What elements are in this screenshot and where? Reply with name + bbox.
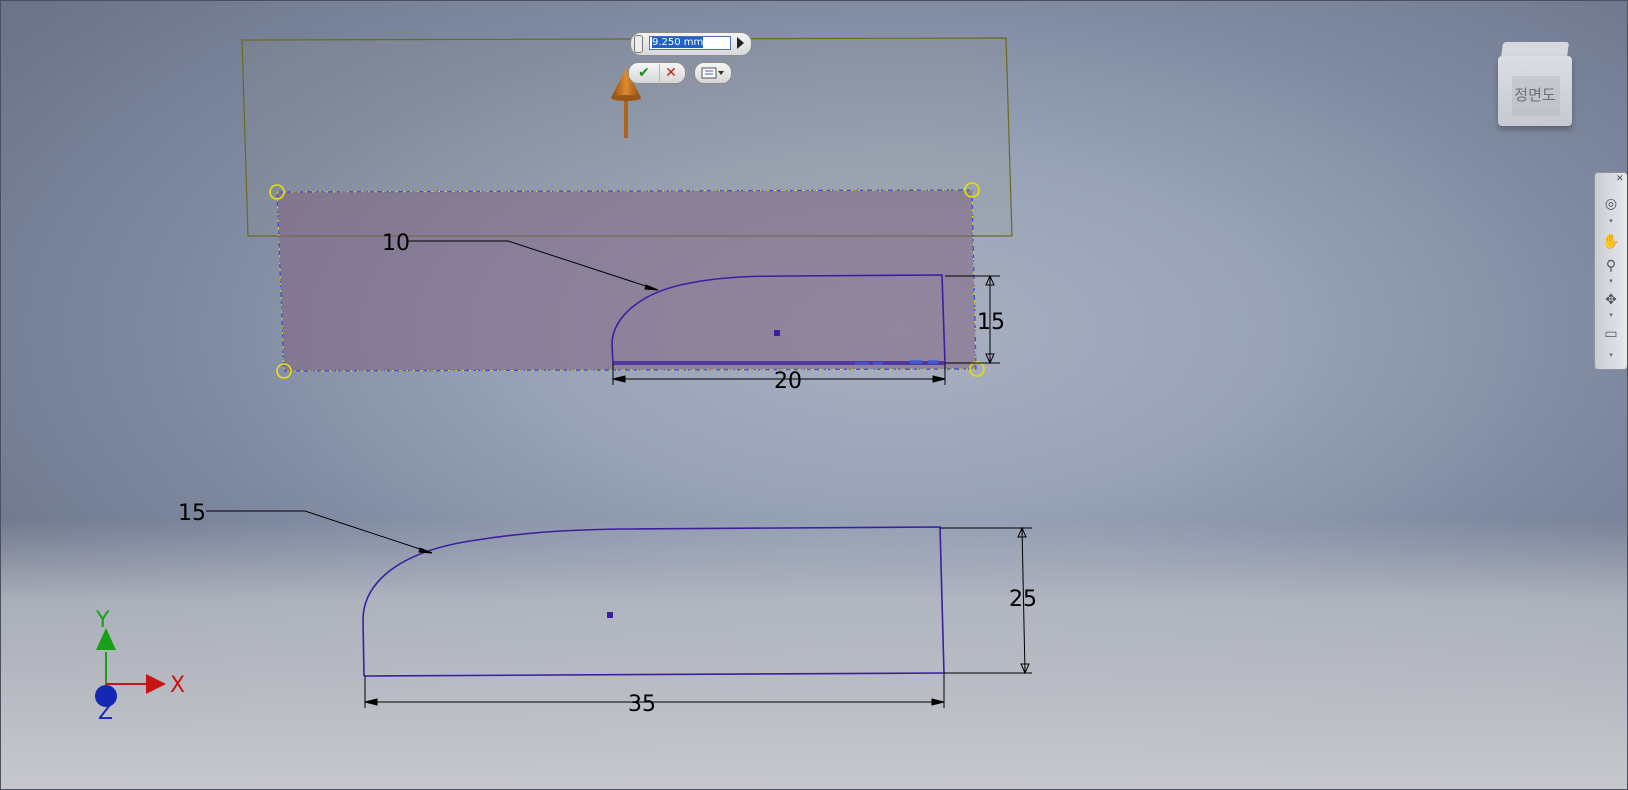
extrude-mini-toolbar: 9.250 mm ✔ ✕ [628, 32, 760, 92]
orbit-icon[interactable]: ✥ [1602, 291, 1620, 309]
chevron-down-icon[interactable]: ▾ [1595, 277, 1627, 285]
checkmark-icon: ✔ [638, 65, 650, 81]
lower-width-dimension[interactable]: 35 [628, 692, 656, 717]
upper-height-dimension[interactable]: 15 [977, 310, 1005, 335]
lower-radius-dimension[interactable]: 15 [178, 501, 206, 526]
options-dropdown-button[interactable] [694, 62, 732, 84]
distance-input[interactable]: 9.250 mm [649, 36, 731, 50]
list-options-icon [701, 67, 724, 79]
pan-hand-icon[interactable]: ✋ [1602, 233, 1620, 251]
x-axis-label: X [170, 673, 185, 698]
close-icon: ✕ [665, 65, 677, 81]
navigation-bar: ✕ ◎ ▾ ✋ ⚲ ▾ ✥ ▾ ▭ ▾ [1594, 172, 1628, 370]
play-arrow-icon[interactable] [737, 37, 744, 49]
z-axis-label: Z [98, 700, 113, 725]
look-at-icon[interactable]: ▭ [1602, 325, 1620, 343]
chevron-down-icon[interactable]: ▾ [1595, 217, 1627, 225]
steering-wheel-icon[interactable]: ◎ [1602, 195, 1620, 213]
profile-center-point [607, 612, 613, 618]
close-icon[interactable]: ✕ [1616, 174, 1624, 184]
distance-value: 9.250 mm [652, 37, 704, 48]
view-cube[interactable]: 정면도 [1496, 42, 1576, 134]
distance-field: 9.250 mm [630, 32, 752, 56]
upper-width-dimension[interactable]: 20 [774, 369, 802, 394]
toolbar-grip-handle[interactable] [634, 35, 643, 53]
ok-button[interactable]: ✔ [633, 64, 655, 82]
y-axis-label: Y [95, 608, 110, 633]
lower-radius-leader [206, 510, 433, 554]
customize-icon[interactable]: ▾ [1595, 351, 1627, 359]
upper-radius-dimension[interactable]: 10 [382, 231, 410, 256]
lower-height-dimension[interactable]: 25 [1009, 587, 1037, 612]
axis-triad [95, 628, 166, 707]
selected-face-region[interactable] [276, 189, 977, 372]
chevron-down-icon[interactable]: ▾ [1595, 311, 1627, 319]
cancel-button[interactable]: ✕ [659, 64, 682, 82]
ok-cancel-group: ✔ ✕ [628, 62, 686, 84]
profile-center-point [774, 330, 780, 336]
lower-sketch-profile[interactable] [362, 526, 945, 677]
3d-viewport[interactable]: 10 15 20 15 25 35 Y X Z [0, 0, 1628, 790]
view-cube-label: 정면도 [1514, 86, 1556, 104]
zoom-icon[interactable]: ⚲ [1602, 257, 1620, 275]
